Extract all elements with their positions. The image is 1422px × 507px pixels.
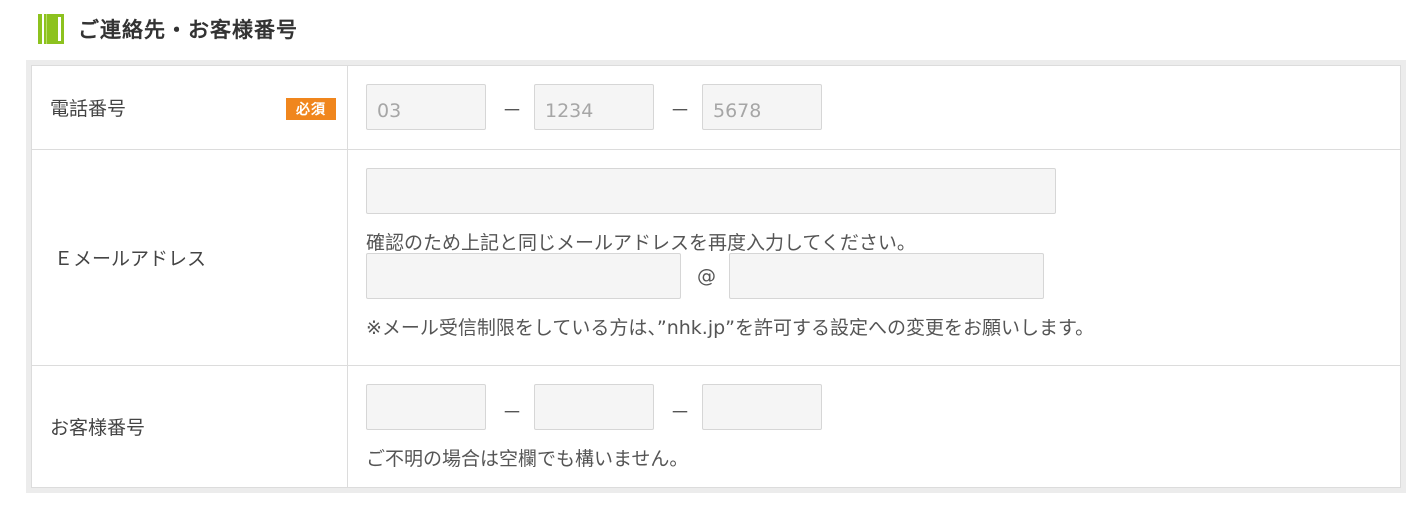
email-label-cell: Ｅメールアドレス xyxy=(32,150,348,365)
customer-separator-1: － xyxy=(502,400,522,424)
customer-label: お客様番号 xyxy=(50,417,146,439)
email-value-cell: 確認のため上記と同じメールアドレスを再度入力してください。 @ ※メール受信制限… xyxy=(348,150,1400,365)
email-restriction-note: ※メール受信制限をしている方は、”nhk.jp”を許可する設定への変更をお願いし… xyxy=(366,317,1095,339)
customer-part1-input[interactable] xyxy=(366,384,486,430)
customer-separator-2: － xyxy=(670,400,690,424)
email-input[interactable] xyxy=(366,168,1056,214)
phone-part1-input[interactable] xyxy=(366,84,486,130)
customer-row: お客様番号 － － ご不明の場合は空欄でも構いません。 xyxy=(32,366,1400,487)
contact-form: 電話番号 必須 － － Ｅメールアドレス 確認のため上記と同じメールアドレスを再… xyxy=(26,60,1406,493)
phone-part2-input[interactable] xyxy=(534,84,654,130)
customer-value-cell: － － ご不明の場合は空欄でも構いません。 xyxy=(348,366,1400,487)
phone-separator-2: － xyxy=(670,98,690,122)
phone-label: 電話番号 xyxy=(50,98,127,120)
notebook-icon xyxy=(38,14,64,44)
customer-note: ご不明の場合は空欄でも構いません。 xyxy=(366,448,689,470)
customer-part2-input[interactable] xyxy=(534,384,654,430)
customer-label-cell: お客様番号 xyxy=(32,366,348,487)
phone-separator-1: － xyxy=(502,98,522,122)
email-label: Ｅメールアドレス xyxy=(54,248,207,270)
at-symbol: @ xyxy=(697,265,716,287)
email-confirm-note: 確認のため上記と同じメールアドレスを再度入力してください。 xyxy=(366,232,916,254)
phone-label-cell: 電話番号 必須 xyxy=(32,66,348,149)
section-header: ご連絡先・お客様番号 xyxy=(38,12,298,46)
email-confirm-domain-input[interactable] xyxy=(729,253,1044,299)
phone-row: 電話番号 必須 － － xyxy=(32,66,1400,150)
form-table: 電話番号 必須 － － Ｅメールアドレス 確認のため上記と同じメールアドレスを再… xyxy=(31,65,1401,488)
phone-value-cell: － － xyxy=(348,66,1400,149)
email-row: Ｅメールアドレス 確認のため上記と同じメールアドレスを再度入力してください。 @… xyxy=(32,150,1400,366)
section-title: ご連絡先・お客様番号 xyxy=(78,18,298,42)
email-confirm-local-input[interactable] xyxy=(366,253,681,299)
customer-part3-input[interactable] xyxy=(702,384,822,430)
phone-part3-input[interactable] xyxy=(702,84,822,130)
required-badge: 必須 xyxy=(286,98,336,120)
